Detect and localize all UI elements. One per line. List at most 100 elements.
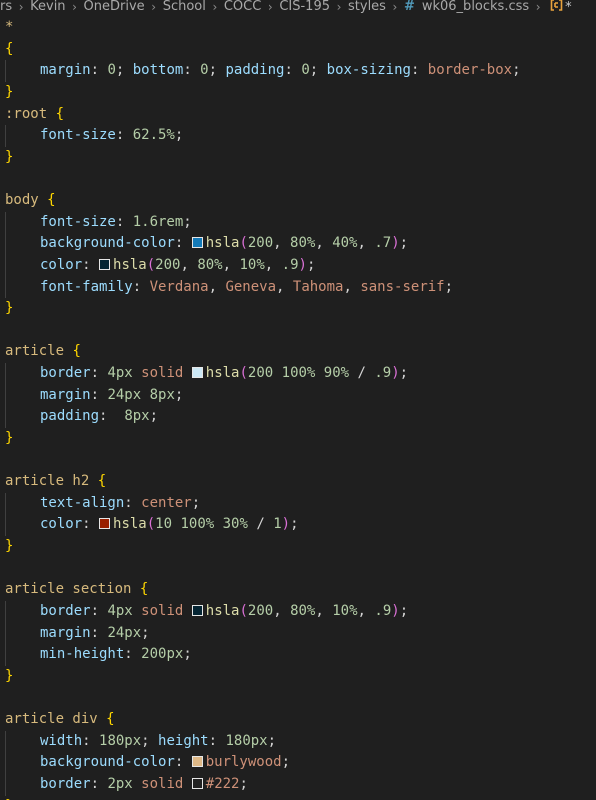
breadcrumb-item-cis-195[interactable]: CIS-195 [279, 0, 330, 14]
code-token: } [5, 667, 14, 684]
code-line[interactable]: } [5, 666, 596, 688]
code-token: font-family [40, 278, 133, 295]
code-line[interactable] [5, 168, 596, 190]
code-token: ; [208, 62, 226, 79]
code-token: 1.6rem [132, 213, 184, 230]
breadcrumb-item-symbol[interactable]: * [547, 0, 572, 14]
code-editor[interactable]: rs › Kevin › OneDrive › School › COCC › … [0, 0, 596, 800]
code-token: ; [281, 754, 291, 771]
chevron-right-icon: › [18, 0, 24, 14]
code-token: : [99, 408, 125, 425]
code-token: : [90, 365, 108, 381]
indent-guide [5, 492, 40, 515]
code-token: , [208, 278, 226, 295]
breadcrumb-item-onedrive[interactable]: OneDrive [84, 0, 145, 14]
code-token: hsla [205, 235, 240, 252]
code-line[interactable]: padding: 8px; [5, 406, 596, 428]
code-line[interactable] [5, 320, 596, 342]
code-line[interactable]: border: 4px solid hsla(200 100% 90% / .9… [5, 363, 596, 385]
code-line[interactable]: color: hsla(200, 80%, 10%, .9); [5, 254, 596, 277]
code-line[interactable]: } [5, 298, 596, 320]
code-token: 80% [290, 235, 316, 252]
indent-guide [5, 60, 40, 82]
code-token: 10% [239, 256, 265, 273]
code-token: ) [281, 516, 291, 533]
code-line[interactable]: * [5, 17, 596, 39]
code-token: center [141, 494, 192, 511]
code-token: ; [183, 646, 192, 663]
code-line[interactable]: } [5, 428, 596, 450]
code-token: ; [149, 408, 159, 425]
code-line[interactable]: font-size: 62.5%; [5, 125, 596, 147]
code-line[interactable]: body { [5, 190, 596, 212]
breadcrumb-item-school[interactable]: School [163, 0, 206, 14]
code-line[interactable]: margin: 24px 8px; [5, 384, 596, 407]
code-token: : [90, 775, 108, 792]
color-swatch-icon[interactable] [99, 518, 111, 530]
code-token: ; [174, 127, 184, 144]
code-token: : [174, 235, 192, 252]
indent-guide [5, 773, 40, 796]
code-line[interactable]: border: 2px solid #222; [5, 773, 596, 796]
code-line[interactable]: width: 180px; height: 180px; [5, 730, 596, 753]
code-line[interactable]: background-color: burlywood; [5, 752, 596, 774]
code-token: 62.5% [132, 127, 175, 144]
code-token: article h2 [5, 473, 98, 490]
code-line[interactable]: article section { [5, 579, 596, 601]
code-line[interactable]: margin: 0; bottom: 0; padding: 0; box-si… [5, 60, 596, 82]
code-token: : [82, 516, 100, 533]
code-token: , [357, 235, 375, 252]
breadcrumb-item-file[interactable]: # wk06_blocks.css [404, 0, 529, 14]
breadcrumb-item-kevin[interactable]: Kevin [30, 0, 65, 14]
code-token: , [315, 235, 333, 252]
code-line[interactable]: } [5, 796, 596, 800]
code-area[interactable]: * {margin: 0; bottom: 0; padding: 0; box-… [5, 17, 596, 800]
code-token: , [343, 278, 361, 295]
code-token: , [357, 602, 375, 619]
code-line[interactable]: { [5, 39, 596, 61]
code-line[interactable]: } [5, 536, 596, 558]
color-swatch-icon[interactable] [99, 258, 111, 270]
code-line[interactable]: font-size: 1.6rem; [5, 211, 596, 234]
code-line[interactable] [5, 450, 596, 472]
code-token: : [410, 62, 428, 79]
color-swatch-icon[interactable] [191, 777, 203, 789]
code-line[interactable]: :root { [5, 104, 596, 126]
code-token: : [90, 386, 108, 403]
code-token: .9 [374, 365, 392, 381]
code-line[interactable] [5, 558, 596, 580]
code-line[interactable]: min-height: 200px; [5, 644, 596, 666]
color-swatch-icon[interactable] [191, 237, 203, 249]
code-token: 200 [155, 256, 181, 273]
code-token: 0 [107, 62, 116, 79]
color-swatch-icon[interactable] [191, 367, 203, 378]
breadcrumb-item-styles[interactable]: styles [348, 0, 386, 14]
code-line[interactable]: article { [5, 341, 596, 363]
code-token: ( [239, 235, 248, 252]
code-token: , [222, 256, 240, 273]
code-line[interactable]: font-family: Verdana, Geneva, Tahoma, sa… [5, 276, 596, 299]
code-line[interactable]: article div { [5, 709, 596, 731]
code-token: , [315, 602, 333, 619]
color-swatch-icon[interactable] [191, 756, 203, 768]
breadcrumb-item-cocc[interactable]: COCC [224, 0, 261, 14]
code-token: 2px [107, 775, 133, 792]
breadcrumb-item-rs[interactable]: rs [0, 0, 12, 14]
color-swatch-icon[interactable] [191, 604, 203, 616]
code-token: 0 [200, 62, 209, 79]
code-line[interactable]: border: 4px solid hsla(200, 80%, 10%, .9… [5, 600, 596, 623]
code-line[interactable]: text-align: center; [5, 492, 596, 515]
code-token: : [208, 732, 226, 749]
code-line[interactable]: article h2 { [5, 471, 596, 493]
code-line[interactable]: margin: 24px; [5, 622, 596, 645]
code-token: ; [115, 62, 133, 79]
code-line[interactable]: } [5, 147, 596, 169]
code-line[interactable] [5, 687, 596, 709]
code-line[interactable]: color: hsla(10 100% 30% / 1); [5, 514, 596, 536]
code-line[interactable]: background-color: hsla(200, 80%, 40%, .7… [5, 233, 596, 255]
indent-guide [5, 644, 40, 666]
code-token: .7 [374, 235, 392, 252]
code-line[interactable]: } [5, 82, 596, 104]
